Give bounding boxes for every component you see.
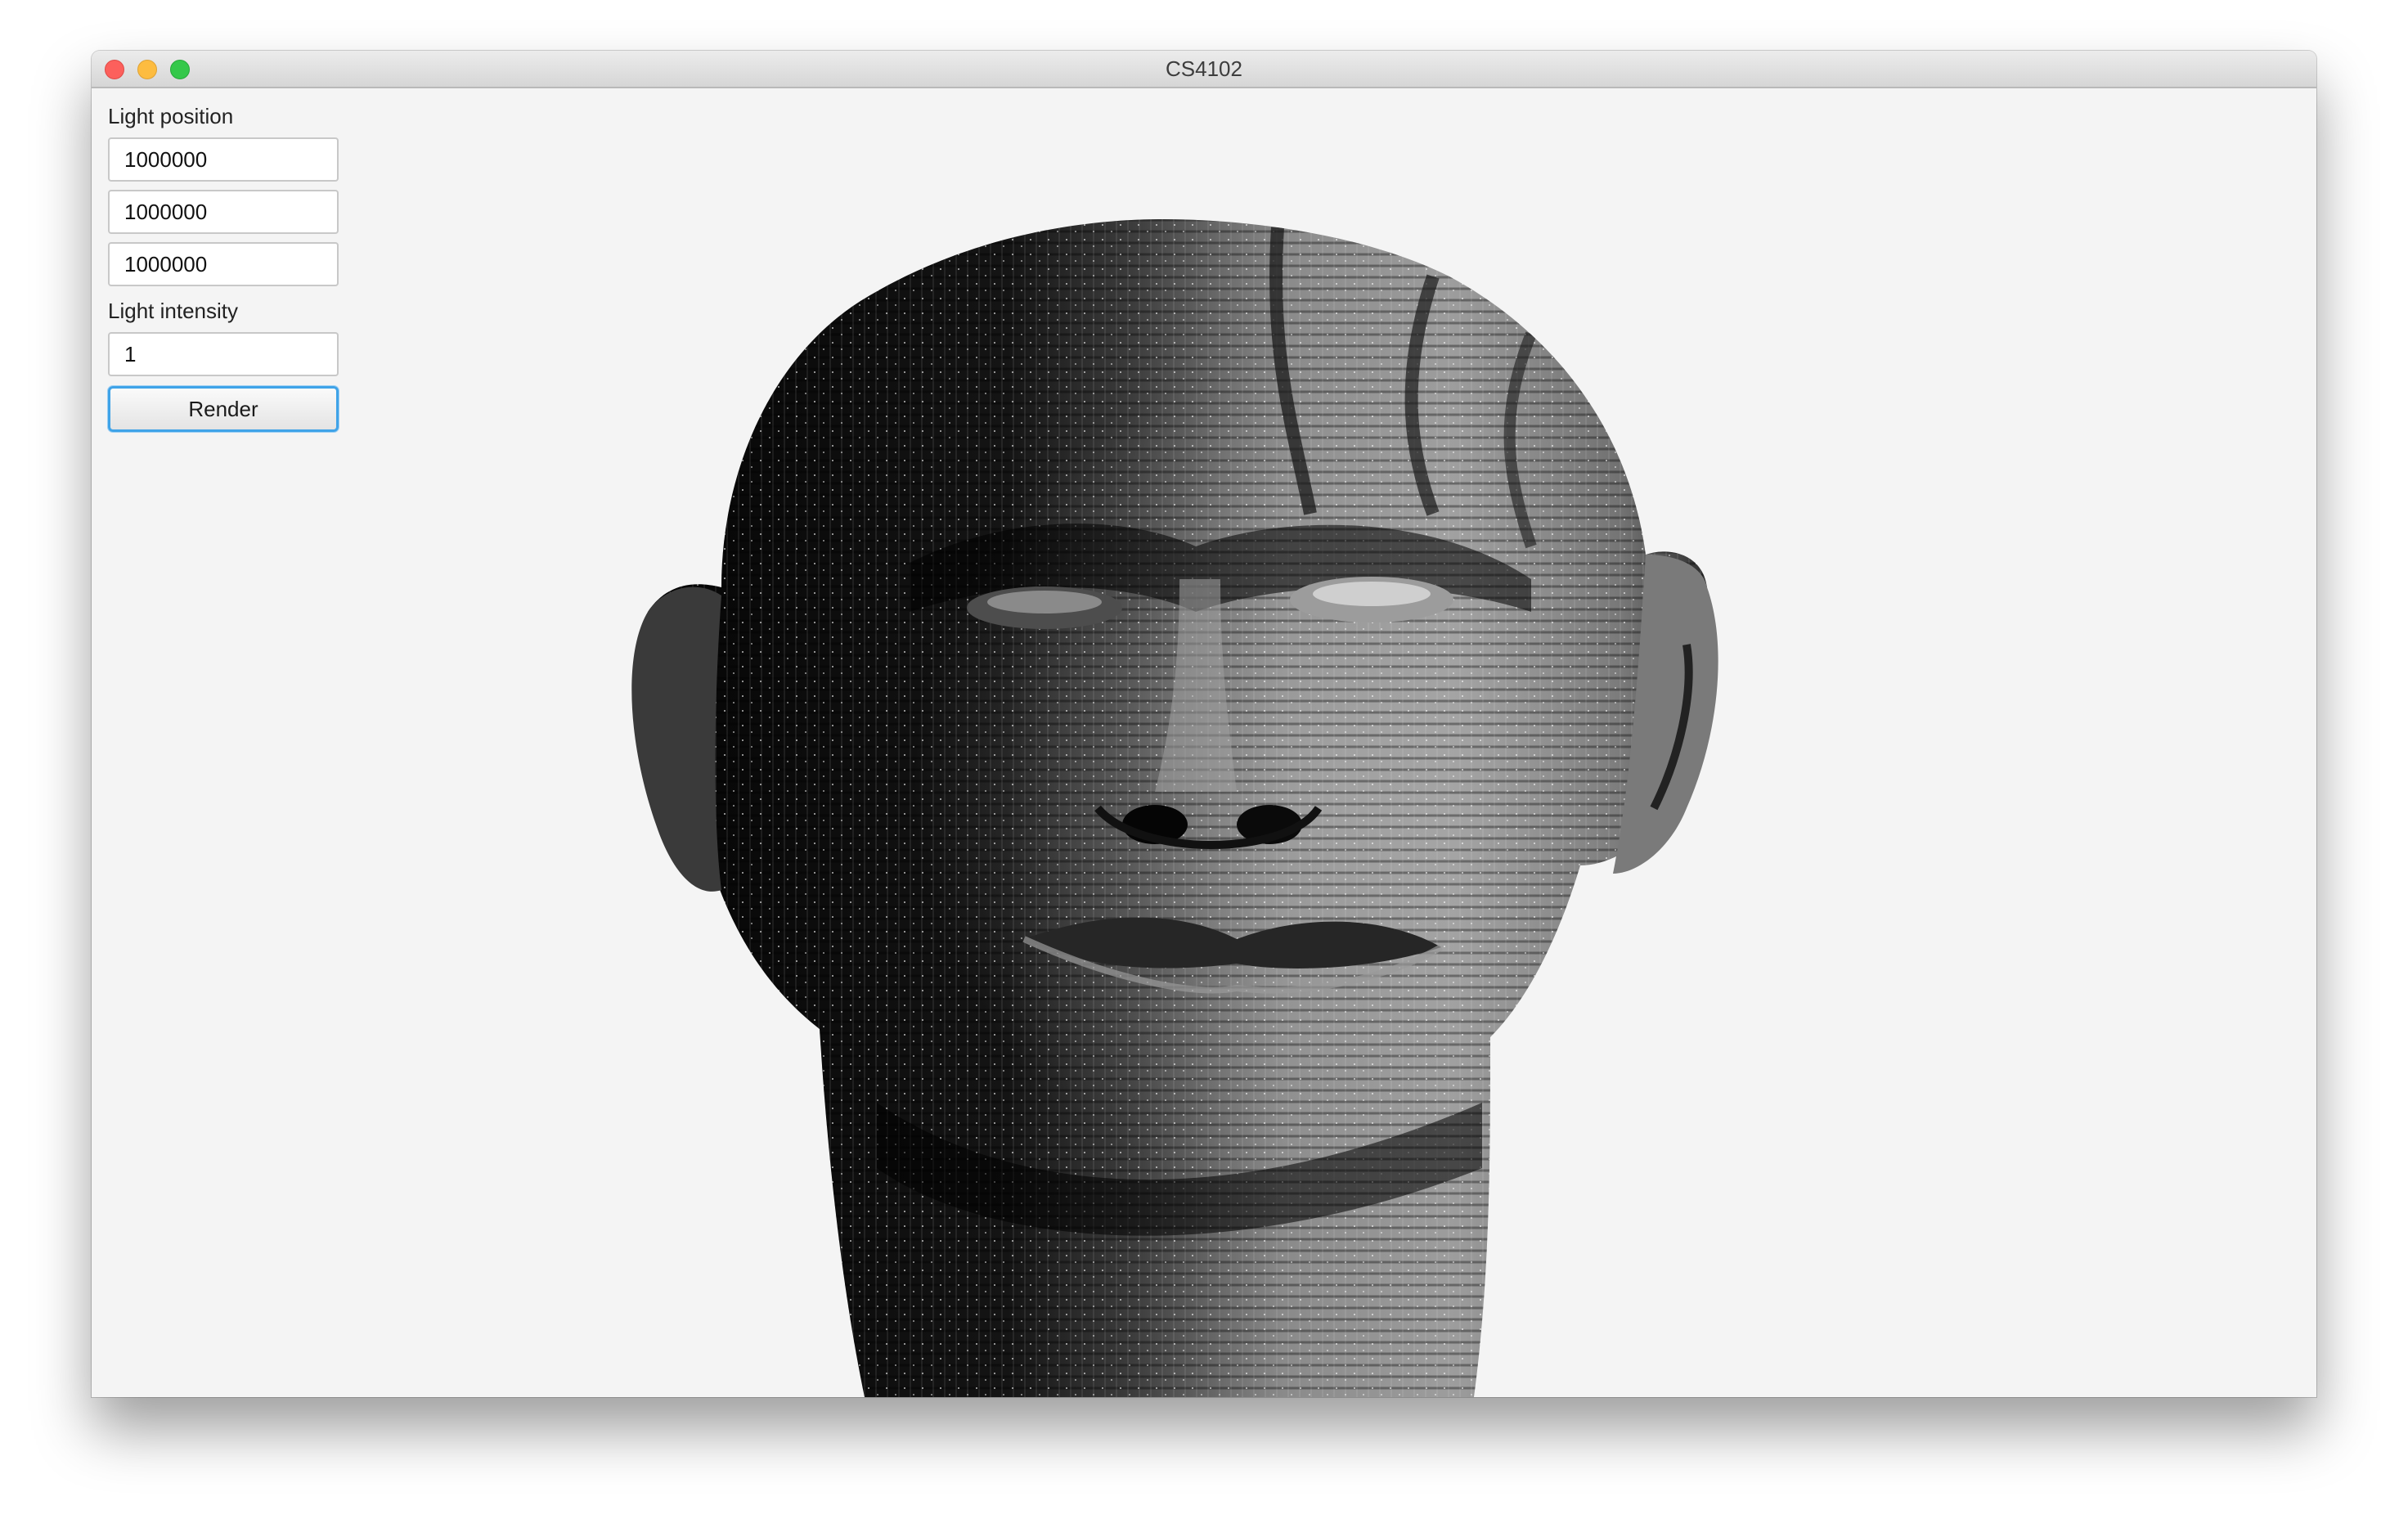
render-viewport <box>92 88 2316 1397</box>
control-panel: Light position Light intensity Render <box>108 101 340 432</box>
app-window: CS4102 Light position 1000000 1000000 10… <box>92 51 2316 1397</box>
light-position-label: Light position <box>108 104 234 128</box>
title-bar[interactable]: CS4102 <box>92 51 2316 88</box>
light-position-y-input[interactable] <box>108 190 339 234</box>
light-position-z-input[interactable] <box>108 242 339 286</box>
light-position-x-input[interactable] <box>108 137 339 182</box>
render-button[interactable]: Render <box>108 386 339 432</box>
light-intensity-input[interactable] <box>108 332 339 376</box>
window-title: CS4102 <box>1166 56 1242 81</box>
rendered-head-mesh <box>631 219 1718 1397</box>
light-intensity-label: Light intensity <box>108 299 238 323</box>
